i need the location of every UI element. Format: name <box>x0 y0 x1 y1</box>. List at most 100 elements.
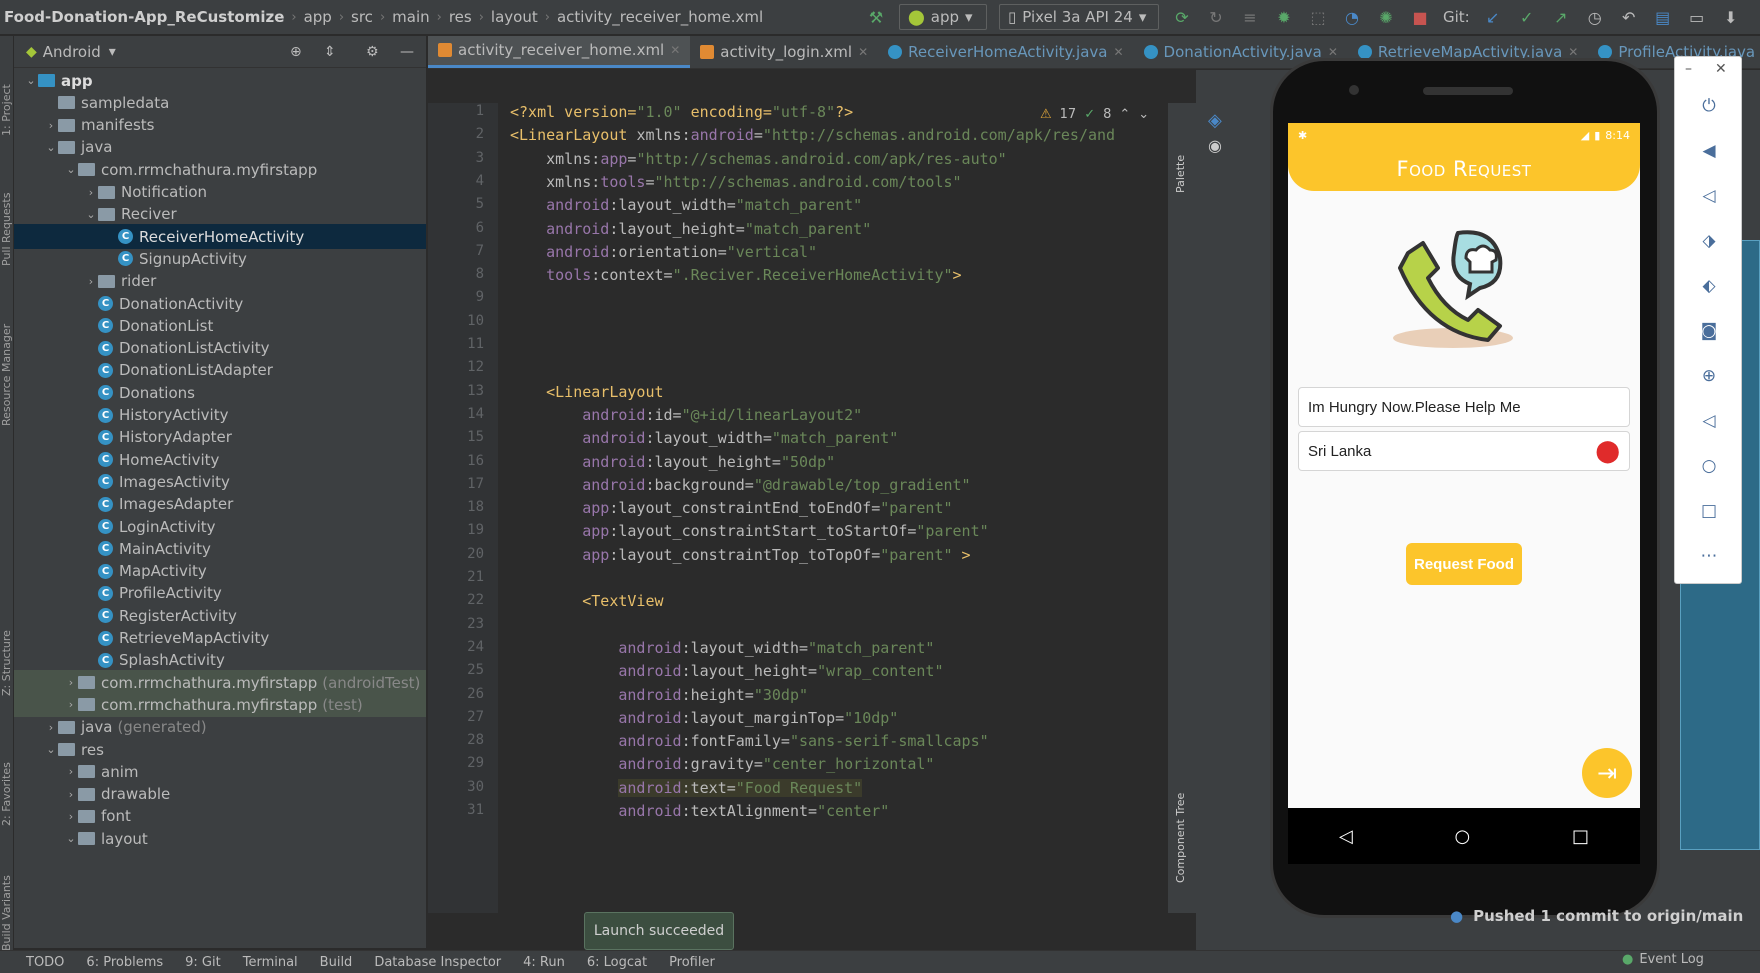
close-icon[interactable]: ✕ <box>1568 45 1578 59</box>
tree-item[interactable]: › anim <box>14 759 426 784</box>
chevron-down-icon[interactable]: ⌄ <box>64 163 78 176</box>
tree-item[interactable]: C SplashActivity <box>14 648 426 673</box>
home-icon[interactable]: ○ <box>1455 826 1471 847</box>
tree-item[interactable]: C HistoryAdapter <box>14 425 426 450</box>
locate-icon[interactable]: ⊕ <box>290 44 302 60</box>
build-variants-tool-tab[interactable]: Build Variants <box>0 875 13 951</box>
tool-window-button[interactable]: TODO <box>26 955 64 970</box>
tree-item[interactable]: C DonationListActivity <box>14 336 426 361</box>
code-line[interactable]: android:layout_marginTop="10dp" <box>510 709 898 727</box>
tree-item[interactable]: sampledata <box>14 90 426 115</box>
history-icon[interactable]: ◷ <box>1584 6 1606 28</box>
chevron-right-icon[interactable]: › <box>64 676 78 689</box>
tool-window-button[interactable]: 9: Git <box>185 955 221 970</box>
tree-item[interactable]: › com.rrmchathura.myfirstapp (androidTest) <box>14 670 426 696</box>
chevron-down-icon[interactable]: ⌄ <box>1138 107 1149 122</box>
editor-tab[interactable]: activity_receiver_home.xml ✕ <box>428 36 691 68</box>
tree-item[interactable]: C SignupActivity <box>14 246 426 271</box>
resource-manager-tool-tab[interactable]: Resource Manager <box>0 324 13 426</box>
breadcrumb-item[interactable]: app <box>304 8 332 26</box>
project-view-selector[interactable]: Android <box>43 43 101 61</box>
chevron-down-icon[interactable]: ▾ <box>109 44 116 60</box>
location-pin-icon[interactable]: ⬤ <box>1595 438 1620 464</box>
tree-item[interactable]: › com.rrmchathura.myfirstapp (test) <box>14 692 426 718</box>
chevron-right-icon[interactable]: › <box>64 810 78 823</box>
component-tree-tab[interactable]: Component Tree <box>1174 793 1187 883</box>
structure-tool-tab[interactable]: Z: Structure <box>0 630 13 696</box>
tree-item[interactable]: › drawable <box>14 782 426 807</box>
code-line[interactable]: android:layout_height="wrap_content" <box>510 662 943 680</box>
tree-item[interactable]: C ImagesActivity <box>14 469 426 494</box>
tree-item[interactable]: C RetrieveMapActivity <box>14 626 426 651</box>
tree-item[interactable]: ⌄ java <box>14 135 426 160</box>
code-editor[interactable]: <?xml version="1.0" encoding="utf-8"?> <L… <box>498 103 1168 913</box>
more-icon[interactable]: ⋯ <box>1698 545 1720 567</box>
chevron-down-icon[interactable]: ⌄ <box>64 832 78 845</box>
tool-window-button[interactable]: Profiler <box>669 955 715 970</box>
chevron-down-icon[interactable]: ⌄ <box>84 208 98 221</box>
git-push-icon[interactable]: ↗ <box>1550 6 1572 28</box>
tool-window-button[interactable]: Terminal <box>243 955 298 970</box>
tree-item[interactable]: C ProfileActivity <box>14 581 426 606</box>
tree-item[interactable]: C HistoryActivity <box>14 403 426 428</box>
code-line[interactable]: tools:context=".Reciver.ReceiverHomeActi… <box>510 266 961 284</box>
collapse-all-icon[interactable]: ⇕ <box>324 44 336 60</box>
tool-window-button[interactable]: 6: Logcat <box>587 955 647 970</box>
code-line[interactable]: android:layout_height="match_parent" <box>510 220 871 238</box>
pull-requests-tool-tab[interactable]: Pull Requests <box>0 193 13 266</box>
tree-item[interactable]: › font <box>14 804 426 829</box>
avd-manager-icon[interactable]: ▭ <box>1686 6 1708 28</box>
stop-icon[interactable]: ■ <box>1409 6 1431 28</box>
overview-icon[interactable]: □ <box>1698 500 1720 522</box>
git-update-icon[interactable]: ↙ <box>1482 6 1504 28</box>
tree-item[interactable]: ⌄ res <box>14 737 426 762</box>
logout-button[interactable]: ⇥ <box>1582 748 1632 798</box>
device-dropdown[interactable]: ▯ Pixel 3a API 24 ▾ <box>999 4 1159 30</box>
request-food-button[interactable]: Request Food <box>1406 543 1522 585</box>
tree-item[interactable]: C RegisterActivity <box>14 603 426 628</box>
code-line[interactable]: xmlns:app="http://schemas.android.com/ap… <box>510 150 1007 168</box>
minimize-icon[interactable]: – <box>1685 61 1692 77</box>
zoom-icon[interactable]: ⊕ <box>1698 365 1720 387</box>
tree-item[interactable]: C LoginActivity <box>14 514 426 539</box>
git-commit-icon[interactable]: ✓ <box>1516 6 1538 28</box>
chevron-right-icon[interactable]: › <box>84 186 98 199</box>
code-line[interactable]: app:layout_constraintEnd_toEndOf="parent… <box>510 499 952 517</box>
code-line[interactable]: android:gravity="center_horizontal" <box>510 755 934 773</box>
code-line[interactable]: xmlns:tools="http://schemas.android.com/… <box>510 173 961 191</box>
chevron-right-icon[interactable]: › <box>64 698 78 711</box>
tree-item[interactable]: C HomeActivity <box>14 447 426 472</box>
eye-icon[interactable]: ◉ <box>1208 136 1222 155</box>
tree-item[interactable]: C DonationList <box>14 313 426 338</box>
close-icon[interactable]: ✕ <box>670 43 680 57</box>
chevron-down-icon[interactable]: ⌄ <box>24 74 38 87</box>
code-line[interactable]: android:id="@+id/linearLayout2" <box>510 406 862 424</box>
code-line[interactable]: <LinearLayout <box>510 383 663 401</box>
back-icon[interactable]: ◁ <box>1339 826 1353 847</box>
close-icon[interactable]: ✕ <box>1715 61 1727 77</box>
breadcrumb-item[interactable]: main <box>392 8 429 26</box>
project-structure-icon[interactable]: ▤ <box>1652 6 1674 28</box>
code-line[interactable]: <LinearLayout xmlns:android="http://sche… <box>510 126 1115 144</box>
tree-item[interactable]: ⌄ layout <box>14 826 426 851</box>
debug-bug-icon[interactable]: ✺ <box>1375 6 1397 28</box>
editor-tab[interactable]: ReceiverHomeActivity.java ✕ <box>878 36 1133 68</box>
apply-changes-icon[interactable]: ↻ <box>1205 6 1227 28</box>
run-config-dropdown[interactable]: ⬤ app ▾ <box>899 4 987 30</box>
git-notification[interactable]: ● Pushed 1 commit to origin/main <box>1450 900 1760 932</box>
tree-item[interactable]: ⌄ com.rrmchathura.myfirstapp <box>14 157 426 182</box>
tree-item[interactable]: ⌄ Reciver <box>14 202 426 227</box>
back-icon[interactable]: ◁ <box>1698 410 1720 432</box>
chevron-right-icon[interactable]: › <box>64 788 78 801</box>
code-line[interactable]: app:layout_constraintStart_toStartOf="pa… <box>510 522 988 540</box>
code-line[interactable]: android:layout_width="match_parent" <box>510 196 862 214</box>
code-line[interactable]: android:textAlignment="center" <box>510 802 889 820</box>
tree-item[interactable]: C DonationListAdapter <box>14 358 426 383</box>
breadcrumb-item[interactable]: src <box>351 8 373 26</box>
code-line[interactable]: <?xml version="1.0" encoding="utf-8"?> <box>510 103 853 121</box>
tree-item[interactable]: › manifests <box>14 113 426 138</box>
tree-item[interactable]: C MainActivity <box>14 536 426 561</box>
tree-item[interactable]: › Notification <box>14 180 426 205</box>
chevron-up-icon[interactable]: ⌃ <box>1119 107 1130 122</box>
breadcrumb-item[interactable]: res <box>449 8 472 26</box>
